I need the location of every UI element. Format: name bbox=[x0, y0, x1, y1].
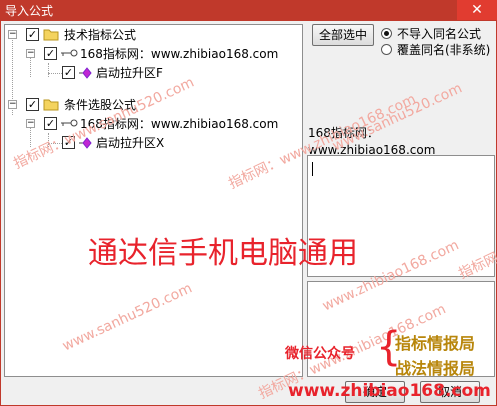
wechat-label: 微信公众号 bbox=[285, 346, 355, 362]
radio-indicator[interactable] bbox=[381, 28, 392, 39]
formula-icon bbox=[78, 66, 92, 85]
formula-tree[interactable]: − ✓ 技术指标公式 − ✓ 168指标网：www.zhibiao168.com… bbox=[4, 24, 303, 377]
title-bar: 导入公式 ✕ bbox=[0, 0, 497, 20]
promo-url: www.zhibiao168.com bbox=[288, 381, 491, 401]
tree-line bbox=[30, 125, 31, 147]
window-title: 导入公式 bbox=[5, 4, 54, 18]
collapse-icon[interactable]: − bbox=[26, 119, 35, 128]
tree-line bbox=[30, 55, 31, 77]
promo-item-2: 战法情报局 bbox=[395, 359, 476, 378]
key-icon bbox=[60, 46, 78, 65]
tree-node-label: 技术指标公式 bbox=[64, 28, 137, 42]
promo-headline: 通达信手机电脑通用 bbox=[88, 236, 358, 271]
radio-label: 覆盖同名(非系统) bbox=[397, 43, 491, 57]
text-cursor bbox=[312, 162, 313, 176]
node-checkbox[interactable]: ✓ bbox=[26, 98, 39, 111]
radio-indicator[interactable] bbox=[381, 44, 392, 55]
tree-node-label: 启动拉升区F bbox=[96, 66, 163, 80]
tree-line bbox=[48, 73, 62, 74]
tree-node-label: 168指标网：www.zhibiao168.com bbox=[80, 47, 279, 61]
tree-line bbox=[48, 63, 49, 77]
node-checkbox[interactable]: ✓ bbox=[44, 47, 57, 60]
node-checkbox[interactable]: ✓ bbox=[62, 66, 75, 79]
folder-icon bbox=[43, 26, 59, 47]
collapse-icon[interactable]: − bbox=[8, 100, 17, 109]
radio-label: 不导入同名公式 bbox=[397, 27, 482, 41]
tree-node-label: 启动拉升区X bbox=[96, 136, 165, 150]
close-icon[interactable]: ✕ bbox=[457, 0, 497, 20]
collapse-icon[interactable]: − bbox=[26, 49, 35, 58]
select-all-button[interactable]: 全部选中 bbox=[312, 24, 374, 46]
folder-icon bbox=[43, 96, 59, 117]
promo-item-1: 指标情报局 bbox=[395, 334, 476, 353]
collapse-icon[interactable]: − bbox=[8, 30, 17, 39]
node-checkbox[interactable]: ✓ bbox=[26, 28, 39, 41]
node-checkbox[interactable]: ✓ bbox=[44, 117, 57, 130]
